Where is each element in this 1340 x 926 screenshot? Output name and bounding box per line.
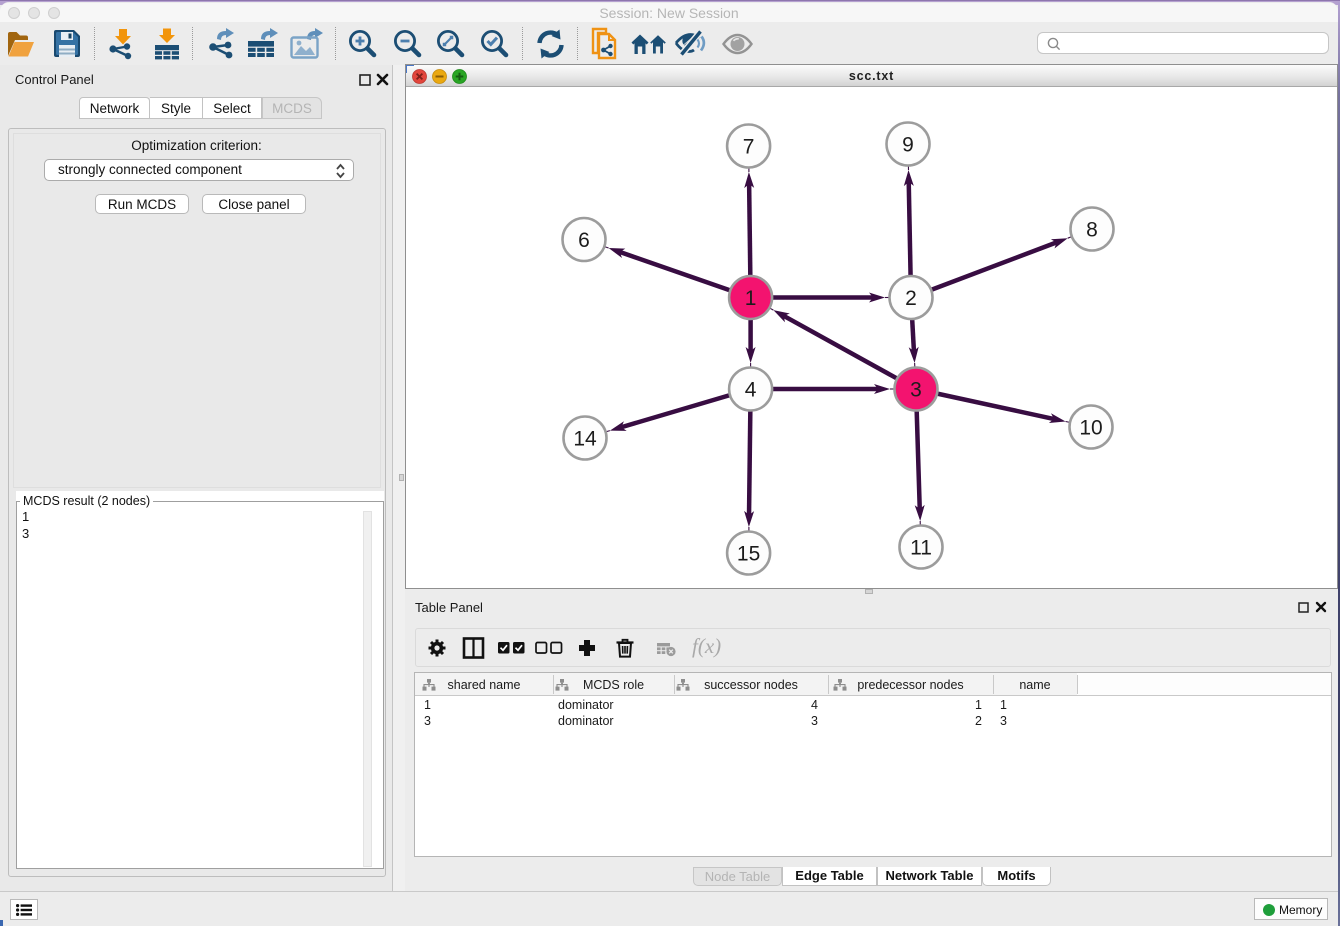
svg-text:3: 3 [910, 379, 922, 402]
svg-text:11: 11 [910, 537, 932, 560]
svg-text:15: 15 [737, 543, 760, 566]
svg-text:9: 9 [902, 134, 914, 157]
svg-text:14: 14 [573, 428, 597, 451]
svg-text:4: 4 [745, 379, 757, 402]
svg-text:10: 10 [1079, 417, 1102, 440]
svg-text:1: 1 [745, 287, 757, 310]
svg-text:7: 7 [743, 136, 755, 159]
svg-text:6: 6 [578, 229, 590, 252]
svg-text:8: 8 [1086, 219, 1098, 242]
svg-text:2: 2 [905, 287, 917, 310]
